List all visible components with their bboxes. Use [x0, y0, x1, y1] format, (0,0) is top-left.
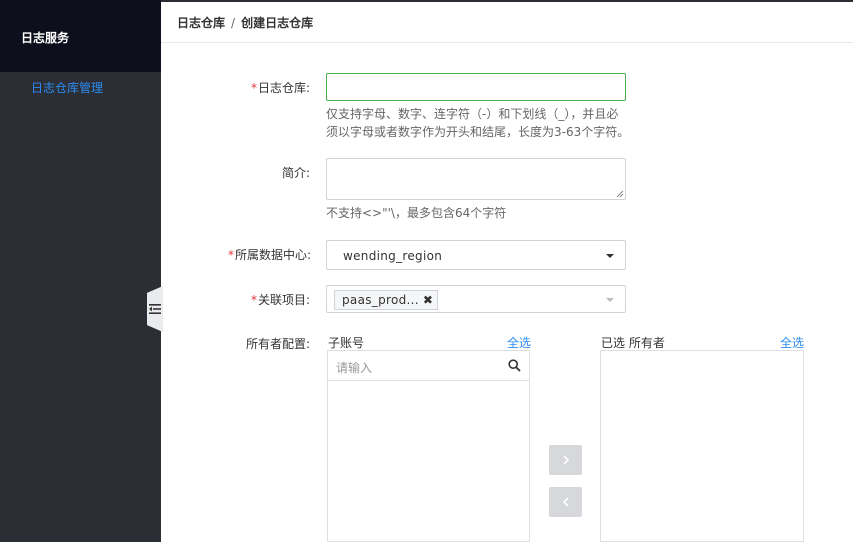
left-select-all-link[interactable]: 全选 [507, 334, 531, 351]
right-panel-title: 已选 所有者 [601, 336, 665, 350]
search-input[interactable]: 请输入 [328, 351, 529, 381]
repo-name-hint-line-2: 须以字母或者数字作为开头和结尾，长度为3-63个字符。 [326, 125, 630, 139]
search-placeholder: 请输入 [336, 361, 373, 375]
sidebar: 日志服务 日志仓库管理 [0, 0, 161, 542]
breadcrumb-divider [161, 42, 853, 43]
repo-name-label: *日志仓库: [251, 79, 310, 96]
project-multiselect[interactable]: paas_prod... ✖ [326, 285, 626, 313]
breadcrumb-current: 创建日志仓库 [241, 16, 314, 30]
collapse-sidebar-icon [149, 304, 161, 314]
description-label: 简介: [282, 166, 311, 180]
datacenter-selected-value: wending_region [343, 249, 443, 263]
owner-label: 所有者配置: [246, 337, 311, 351]
move-left-button[interactable] [549, 487, 582, 517]
sidebar-title: 日志服务 [0, 0, 161, 72]
required-mark: * [251, 81, 257, 95]
project-tag: paas_prod... ✖ [334, 290, 439, 310]
repo-name-input[interactable] [326, 73, 626, 101]
top-border [161, 0, 853, 2]
search-icon[interactable] [508, 359, 521, 372]
breadcrumb: 日志仓库 / 创建日志仓库 [177, 14, 313, 31]
selected-owner-list [600, 350, 804, 542]
repo-name-hint: 仅支持字母、数字、连字符（-）和下划线（_），并且必 须以字母或者数字作为开头和… [326, 105, 629, 141]
app: 日志服务 日志仓库管理 日志仓库 / 创建日志仓库 *日志仓库: 仅支持字母、数字、… [0, 0, 853, 542]
collapse-sidebar-button[interactable] [147, 286, 163, 332]
project-label-text: 关联项目: [258, 293, 311, 307]
sub-account-list: 请输入 [327, 350, 530, 542]
right-select-all-link[interactable]: 全选 [780, 334, 804, 351]
description-textarea[interactable] [326, 158, 626, 200]
project-label: *关联项目: [251, 291, 310, 308]
close-icon[interactable]: ✖ [423, 294, 433, 306]
repo-name-hint-line-1: 仅支持字母、数字、连字符（-）和下划线（_），并且必 [326, 107, 619, 121]
chevron-left-icon [562, 497, 569, 507]
project-tag-label: paas_prod... [342, 293, 419, 307]
chevron-right-icon [562, 455, 569, 465]
breadcrumb-separator: / [231, 16, 236, 30]
required-mark: * [251, 293, 257, 307]
sidebar-item-log-repo-management[interactable]: 日志仓库管理 [31, 80, 103, 96]
required-mark: * [228, 248, 234, 262]
left-panel-title: 子账号 [328, 336, 365, 350]
datacenter-label: *所属数据中心: [228, 246, 311, 263]
datacenter-label-text: 所属数据中心: [235, 248, 312, 262]
breadcrumb-parent[interactable]: 日志仓库 [177, 16, 225, 30]
resize-handle-icon[interactable] [616, 190, 624, 198]
move-right-button[interactable] [549, 445, 582, 475]
chevron-down-icon [606, 298, 614, 302]
description-hint: 不支持<>"'\，最多包含64个字符 [326, 206, 507, 220]
datacenter-select[interactable]: wending_region [326, 240, 626, 270]
repo-name-label-text: 日志仓库: [258, 81, 311, 95]
chevron-down-icon [606, 254, 614, 258]
